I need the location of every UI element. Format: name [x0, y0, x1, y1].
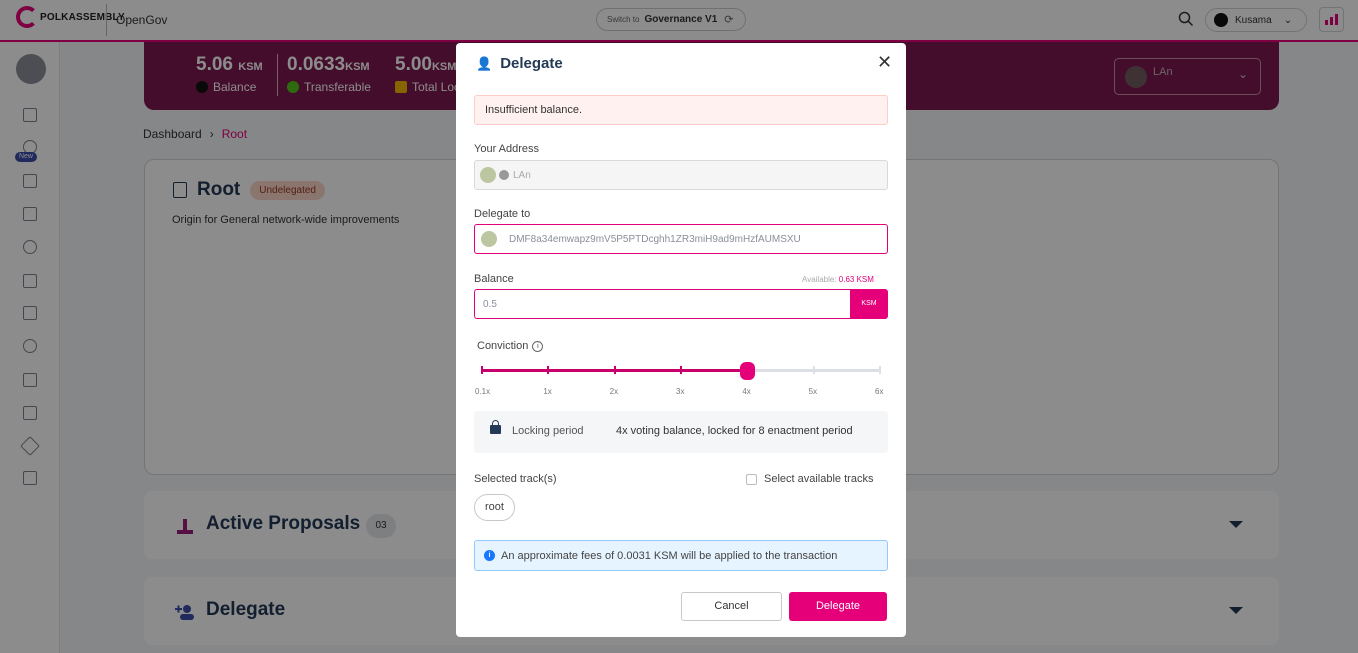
conviction-tick-label: 2x: [609, 387, 619, 396]
delegate-to-input[interactable]: DMF8a34emwapz9mV5P5PTDcghh1ZR3miH9ad9mHz…: [474, 224, 888, 254]
delegate-to-label: Delegate to: [474, 208, 531, 220]
select-available-tracks-checkbox[interactable]: Select available tracks: [746, 473, 873, 485]
available-balance: Available: 0.63 KSM: [802, 275, 874, 284]
close-icon[interactable]: ✕: [877, 52, 892, 73]
conviction-tick-label: 1x: [543, 387, 552, 396]
modal-title: Delegate: [500, 55, 563, 72]
available-value: 0.63 KSM: [838, 275, 874, 284]
your-address-name: LAn: [513, 169, 531, 181]
conviction-label-row: Conviction i: [477, 340, 544, 352]
delegate-to-value: DMF8a34emwapz9mV5P5PTDcghh1ZR3miH9ad9mHz…: [509, 233, 801, 245]
balance-input[interactable]: 0.5: [474, 289, 851, 319]
locking-period-box: Locking period 4x voting balance, locked…: [474, 411, 888, 453]
fee-info-alert: i An approximate fees of 0.0031 KSM will…: [474, 540, 888, 571]
info-icon: i: [484, 550, 495, 561]
conviction-tick-label: 3x: [676, 387, 685, 396]
fee-text: An approximate fees of 0.0031 KSM will b…: [501, 549, 838, 562]
conviction-slider-handle[interactable]: [740, 362, 756, 380]
checkbox-box[interactable]: [746, 473, 757, 485]
balance-unit: KSM: [850, 289, 888, 319]
identicon-icon: [481, 231, 497, 247]
conviction-tick-label: 4x: [742, 387, 751, 396]
available-prefix: Available:: [802, 275, 837, 284]
lock-icon: [490, 420, 501, 434]
conviction-tick[interactable]: [812, 366, 815, 374]
locking-period-label: Locking period: [512, 425, 584, 437]
balance-label: Balance: [474, 273, 514, 285]
conviction-tick-label: 0.1x: [475, 387, 491, 396]
locking-period-value: 4x voting balance, locked for 8 enactmen…: [616, 425, 853, 437]
identicon-icon: [480, 167, 496, 183]
select-available-tracks-label: Select available tracks: [764, 473, 874, 485]
conviction-tick-label: 5x: [808, 387, 818, 396]
conviction-tick[interactable]: [680, 366, 682, 374]
conviction-tick[interactable]: [613, 366, 616, 374]
selected-tracks-label: Selected track(s): [474, 473, 557, 485]
conviction-tick[interactable]: [547, 366, 550, 374]
your-address-label: Your Address: [474, 143, 540, 155]
delegate-modal: 👤 Delegate ✕ Insufficient balance. Your …: [456, 43, 906, 637]
modal-title-row: 👤 Delegate: [476, 55, 563, 72]
conviction-tick[interactable]: [481, 366, 483, 374]
error-alert: Insufficient balance.: [474, 95, 888, 125]
add-person-icon: 👤: [476, 55, 493, 71]
identity-status-icon: [499, 170, 509, 180]
conviction-label: Conviction: [477, 340, 529, 352]
cancel-button[interactable]: Cancel: [681, 592, 782, 621]
your-address-field: LAn: [474, 160, 888, 190]
info-icon[interactable]: i: [532, 340, 544, 352]
delegate-button[interactable]: Delegate: [789, 592, 887, 621]
conviction-tick-label: 6x: [875, 387, 884, 396]
conviction-tick[interactable]: [879, 366, 881, 374]
track-chip[interactable]: root: [474, 494, 515, 521]
